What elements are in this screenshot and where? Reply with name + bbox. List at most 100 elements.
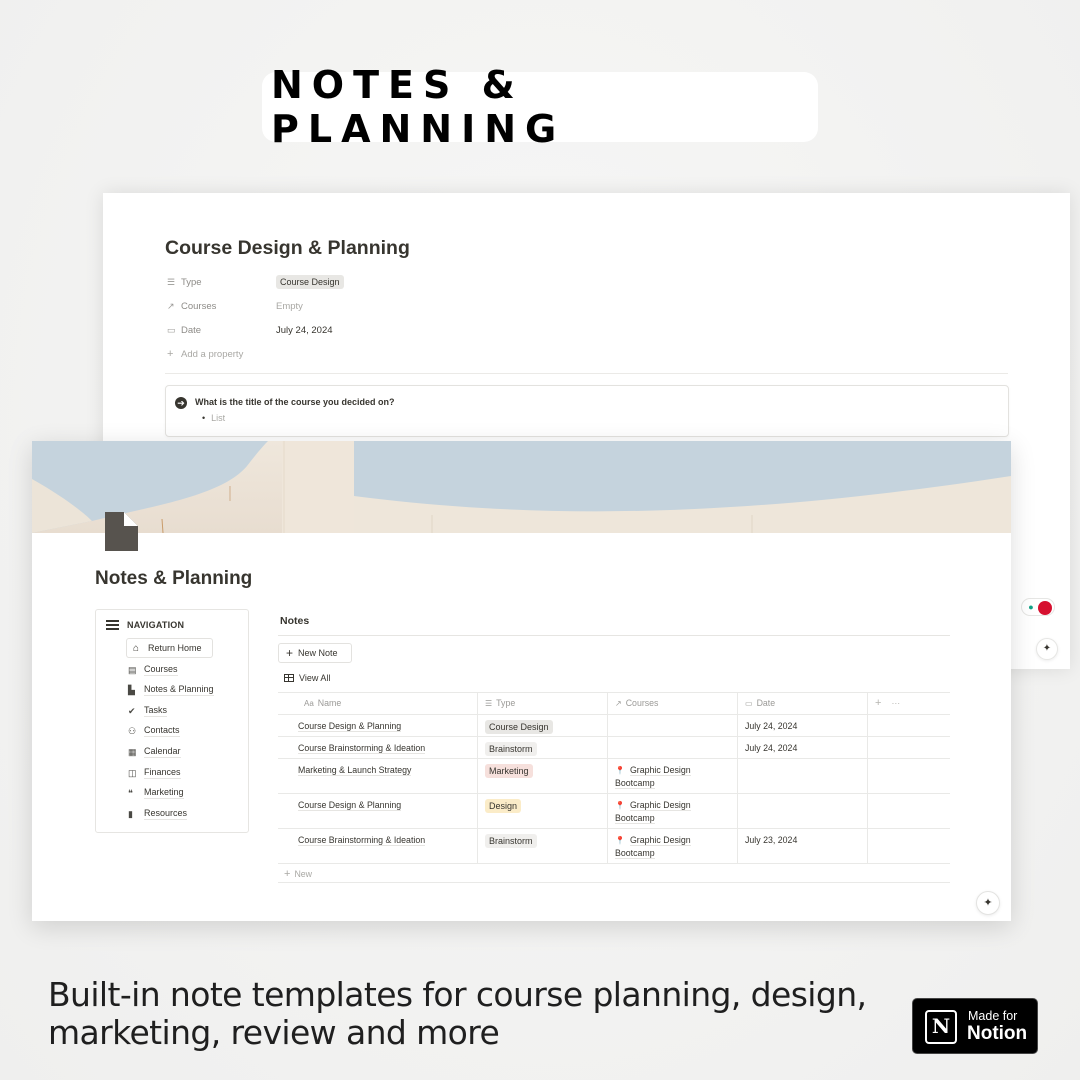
property-type[interactable]: ☰ Type Course Design xyxy=(167,274,344,290)
check-circle-icon: ✔ xyxy=(128,705,136,716)
row-name[interactable]: Course Design & Planning xyxy=(298,800,402,811)
callout-block[interactable]: ➔ What is the title of the course you de… xyxy=(165,385,1009,437)
view-all-tab[interactable]: View All xyxy=(284,673,330,683)
column-header-courses[interactable]: ↗ Courses xyxy=(608,693,738,714)
course-link[interactable]: 📍 Graphic Design Bootcamp xyxy=(615,764,730,790)
notes-table: Aa Name ☰ Type ↗ Courses ▭ Date + ··· Course … xyxy=(278,692,950,883)
nav-label: Finances xyxy=(144,767,181,779)
add-property-button[interactable]: + Add a property xyxy=(167,346,243,362)
sparkle-icon: ✦ xyxy=(983,897,993,909)
grammarly-widget[interactable]: ● xyxy=(1021,598,1055,616)
nav-item-notes-planning[interactable]: ▙ Notes & Planning xyxy=(128,683,214,697)
home-icon: ⌂ xyxy=(133,642,140,654)
view-all-label: View All xyxy=(299,673,331,683)
nav-label: Courses xyxy=(144,664,178,676)
table-row[interactable]: Marketing & Launch Strategy Marketing 📍 G… xyxy=(278,758,950,793)
plus-icon: + xyxy=(286,646,294,660)
navigation-panel: NAVIGATION ⌂ Return Home ▤ Courses ▙ Notes… xyxy=(95,609,249,833)
divider xyxy=(165,373,1008,374)
type-chip: Design xyxy=(485,799,522,813)
property-courses[interactable]: ↗ Courses Empty xyxy=(167,298,303,314)
book-icon: ▮ xyxy=(128,808,133,819)
nav-label: Contacts xyxy=(144,725,180,737)
arrow-up-right-icon: ↗ xyxy=(615,699,622,708)
row-name[interactable]: Course Design & Planning xyxy=(298,721,402,732)
calendar-icon: ▭ xyxy=(167,324,176,335)
nav-label: Tasks xyxy=(144,705,168,717)
calendar-icon: ▭ xyxy=(745,699,753,708)
archive-icon: ▤ xyxy=(128,664,137,675)
cover-architecture-illustration xyxy=(32,441,1011,533)
sparkle-icon: ✦ xyxy=(1042,643,1052,654)
course-label: Graphic Design Bootcamp xyxy=(615,765,691,789)
more-options-icon[interactable]: ··· xyxy=(891,698,900,708)
type-chip: Marketing xyxy=(485,764,533,778)
table-row[interactable]: Course Design & Planning Course Design J… xyxy=(278,714,950,736)
nav-item-contacts[interactable]: ⚇ Contacts xyxy=(128,724,180,738)
navigation-header: NAVIGATION xyxy=(106,620,184,630)
back-page-title: Course Design & Planning xyxy=(165,237,410,259)
add-column-icon[interactable]: + xyxy=(875,697,881,709)
people-icon: ⚇ xyxy=(128,725,137,736)
column-label: Courses xyxy=(625,698,659,708)
document-page-icon[interactable] xyxy=(105,512,138,551)
type-chip: Brainstorm xyxy=(485,742,537,756)
list-icon: ☰ xyxy=(485,699,493,708)
column-label: Date xyxy=(756,698,776,708)
new-note-button[interactable]: + New Note xyxy=(278,643,352,663)
column-header-name[interactable]: Aa Name xyxy=(278,693,478,714)
ai-sparkle-button[interactable]: ✦ xyxy=(976,891,1000,915)
row-name[interactable]: Marketing & Launch Strategy xyxy=(298,765,412,776)
row-courses xyxy=(608,715,738,736)
type-chip[interactable]: Course Design xyxy=(276,275,344,289)
course-label: Graphic Design Bootcamp xyxy=(615,835,691,859)
table-icon xyxy=(284,674,294,682)
cover-image[interactable] xyxy=(32,441,1011,533)
return-home-label: Return Home xyxy=(148,643,202,653)
course-link[interactable]: 📍 Graphic Design Bootcamp xyxy=(615,834,730,860)
arrow-right-circle-icon: ➔ xyxy=(175,397,187,409)
table-row[interactable]: Course Brainstorming & Ideation Brainsto… xyxy=(278,736,950,758)
headline-banner: NOTES & PLANNING xyxy=(262,63,818,151)
chat-bubbles-icon: ❝ xyxy=(128,787,133,798)
text-icon: Aa xyxy=(304,699,314,708)
column-header-type[interactable]: ☰ Type xyxy=(478,693,608,714)
nav-item-courses[interactable]: ▤ Courses xyxy=(128,663,178,677)
return-home-button[interactable]: ⌂ Return Home xyxy=(126,638,213,658)
nav-label: Marketing xyxy=(144,787,184,799)
add-new-row-button[interactable]: + New xyxy=(278,863,950,883)
row-name[interactable]: Course Brainstorming & Ideation xyxy=(298,835,426,846)
badge-line1: Made for xyxy=(968,1009,1018,1023)
assistant-icon xyxy=(1038,601,1052,615)
property-label: Courses xyxy=(181,300,217,312)
ai-sparkle-button[interactable]: ✦ xyxy=(1036,638,1058,660)
nav-item-tasks[interactable]: ✔ Tasks xyxy=(128,704,168,718)
lightbulb-icon: ● xyxy=(1028,602,1034,612)
courses-value[interactable]: Empty xyxy=(276,301,303,312)
course-link[interactable]: 📍 Graphic Design Bootcamp xyxy=(615,799,730,825)
nav-item-marketing[interactable]: ❝ Marketing xyxy=(128,786,184,800)
plus-icon: + xyxy=(167,348,174,360)
type-chip: Course Design xyxy=(485,720,553,734)
pin-icon: 📍 xyxy=(615,766,625,775)
date-value[interactable]: July 24, 2024 xyxy=(276,325,333,336)
nav-item-resources[interactable]: ▮ Resources xyxy=(128,807,188,821)
nav-item-calendar[interactable]: ▦ Calendar xyxy=(128,745,181,759)
row-date: July 23, 2024 xyxy=(745,835,798,845)
page-title: Notes & Planning xyxy=(95,568,253,589)
row-name[interactable]: Course Brainstorming & Ideation xyxy=(298,743,426,754)
column-label: Name xyxy=(317,698,342,708)
nav-item-finances[interactable]: ◫ Finances xyxy=(128,766,181,780)
bullet-list-item[interactable]: List xyxy=(202,413,225,423)
property-date[interactable]: ▭ Date July 24, 2024 xyxy=(167,322,333,338)
table-row[interactable]: Course Design & Planning Design 📍 Graphic… xyxy=(278,793,950,828)
column-header-date[interactable]: ▭ Date xyxy=(738,693,868,714)
column-actions: + ··· xyxy=(868,693,950,714)
new-row-label: New xyxy=(294,869,313,879)
table-row[interactable]: Course Brainstorming & Ideation Brainsto… xyxy=(278,828,950,863)
nav-label: Notes & Planning xyxy=(144,684,214,696)
new-note-label: New Note xyxy=(298,648,338,658)
column-label: Type xyxy=(496,698,516,708)
document-icon: ▙ xyxy=(128,684,135,695)
property-label: Type xyxy=(181,276,202,288)
